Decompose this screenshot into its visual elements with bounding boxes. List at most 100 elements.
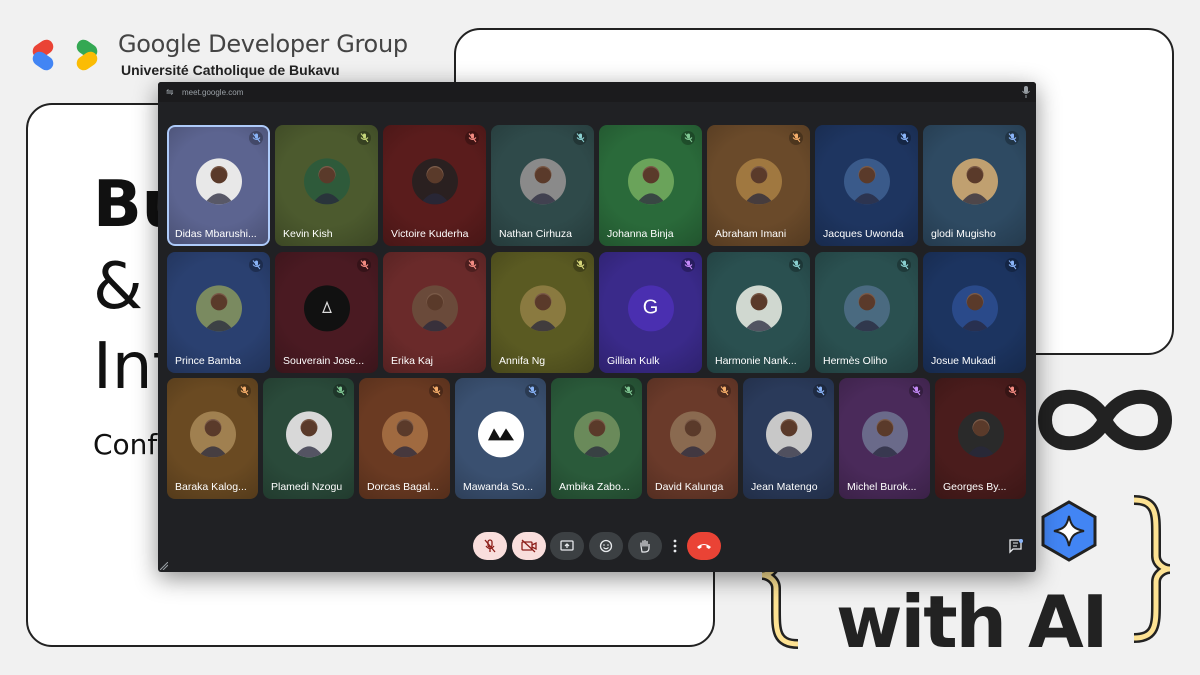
more-options-button[interactable] xyxy=(669,532,681,560)
participant-tile[interactable]: Mawanda So... xyxy=(455,378,546,499)
participant-tile[interactable]: Johanna Binja xyxy=(599,125,702,246)
participant-tile[interactable]: Didas Mbarushi... xyxy=(167,125,270,246)
muted-mic-icon xyxy=(681,131,695,145)
participant-name: David Kalunga xyxy=(655,481,724,493)
hand-icon xyxy=(640,539,650,553)
participant-tile[interactable]: Victoire Kuderha xyxy=(383,125,486,246)
participant-avatar xyxy=(303,284,350,331)
muted-mic-icon xyxy=(789,131,803,145)
leave-call-button[interactable] xyxy=(687,532,721,560)
reactions-button[interactable] xyxy=(589,532,623,560)
participant-avatar xyxy=(735,284,782,331)
participant-name: Souverain Jose... xyxy=(283,355,365,367)
participant-name: Jean Matengo xyxy=(751,481,818,493)
mic-button[interactable] xyxy=(473,532,507,560)
emoji-icon xyxy=(599,539,613,553)
participant-tile[interactable]: Baraka Kalog... xyxy=(167,378,258,499)
participant-avatar xyxy=(189,410,236,457)
participant-tile[interactable]: Dorcas Bagal... xyxy=(359,378,450,499)
participant-name: Annifa Ng xyxy=(499,355,546,367)
participant-name: Josue Mukadi xyxy=(931,355,996,367)
participant-avatar xyxy=(627,157,674,204)
mic-indicator-icon xyxy=(1022,86,1030,98)
present-button[interactable] xyxy=(550,532,584,560)
right-brace-shape xyxy=(1133,495,1171,643)
infinity-shape xyxy=(1037,389,1173,451)
participant-name: glodi Mugisho xyxy=(931,228,996,240)
camera-off-icon xyxy=(521,539,537,553)
participant-avatar xyxy=(195,284,242,331)
org-title: Google Developer Group xyxy=(118,30,408,58)
participant-avatar xyxy=(195,157,242,204)
call-controls xyxy=(158,532,1036,560)
participant-name: Baraka Kalog... xyxy=(175,481,247,493)
raise-hand-button[interactable] xyxy=(628,532,662,560)
participant-tile[interactable]: Souverain Jose... xyxy=(275,252,378,373)
participant-avatar xyxy=(951,284,998,331)
participant-avatar xyxy=(381,410,428,457)
participant-name: Hermès Oliho xyxy=(823,355,888,367)
participant-avatar xyxy=(477,410,524,457)
participant-name: Abraham Imani xyxy=(715,228,787,240)
muted-mic-icon xyxy=(357,258,371,272)
chat-icon[interactable] xyxy=(1008,538,1024,554)
participant-tile[interactable]: Prince Bamba xyxy=(167,252,270,373)
participant-tile[interactable]: glodi Mugisho xyxy=(923,125,1026,246)
muted-mic-icon xyxy=(249,131,263,145)
participant-avatar xyxy=(573,410,620,457)
participant-avatar xyxy=(843,284,890,331)
muted-mic-icon xyxy=(681,258,695,272)
participant-name: Johanna Binja xyxy=(607,228,674,240)
participant-tile[interactable]: Georges By... xyxy=(935,378,1026,499)
participant-tile[interactable]: Hermès Oliho xyxy=(815,252,918,373)
participant-avatar: G xyxy=(627,284,674,331)
muted-mic-icon xyxy=(897,258,911,272)
org-subtitle: Université Catholique de Bukavu xyxy=(121,62,340,78)
participant-tile[interactable]: Annifa Ng xyxy=(491,252,594,373)
muted-mic-icon xyxy=(1005,131,1019,145)
participant-tile[interactable]: Erika Kaj xyxy=(383,252,486,373)
participant-avatar xyxy=(951,157,998,204)
muted-mic-icon xyxy=(897,131,911,145)
muted-mic-icon xyxy=(813,384,827,398)
with-ai-text: with AI xyxy=(836,580,1108,664)
participant-name: Ambika Zabo... xyxy=(559,481,630,493)
participant-tile[interactable]: Harmonie Nank... xyxy=(707,252,810,373)
participant-tile[interactable]: Nathan Cirhuza xyxy=(491,125,594,246)
muted-mic-icon xyxy=(237,384,251,398)
participant-name: Michel Burok... xyxy=(847,481,917,493)
participant-tile[interactable]: Jacques Uwonda xyxy=(815,125,918,246)
participant-tile[interactable]: Ambika Zabo... xyxy=(551,378,642,499)
participant-tile[interactable]: David Kalunga xyxy=(647,378,738,499)
site-settings-icon[interactable]: ⇋ xyxy=(166,87,176,97)
participant-avatar xyxy=(861,410,908,457)
muted-mic-icon xyxy=(1005,384,1019,398)
camera-button[interactable] xyxy=(512,532,546,560)
participant-name: Erika Kaj xyxy=(391,355,434,367)
slide-conf-text: Conf xyxy=(93,428,158,461)
participant-name: Prince Bamba xyxy=(175,355,241,367)
participant-name: Mawanda So... xyxy=(463,481,534,493)
participant-tile[interactable]: Josue Mukadi xyxy=(923,252,1026,373)
gdg-logo xyxy=(32,39,98,71)
participant-tile[interactable]: Kevin Kish xyxy=(275,125,378,246)
participant-name: Jacques Uwonda xyxy=(823,228,904,240)
participant-name: Gillian Kulk xyxy=(607,355,660,367)
participant-tile[interactable]: Jean Matengo xyxy=(743,378,834,499)
participant-name: Didas Mbarushi... xyxy=(175,228,257,240)
participant-avatar xyxy=(669,410,716,457)
participant-avatar xyxy=(411,157,458,204)
participant-avatar xyxy=(519,284,566,331)
resize-handle-icon[interactable] xyxy=(160,562,168,570)
participant-name: Georges By... xyxy=(943,481,1007,493)
participant-avatar xyxy=(843,157,890,204)
address-bar[interactable]: ⇋ meet.google.com xyxy=(158,82,1036,102)
muted-mic-icon xyxy=(621,384,635,398)
participant-tile[interactable]: Michel Burok... xyxy=(839,378,930,499)
muted-mic-icon xyxy=(429,384,443,398)
participant-tile[interactable]: G Gillian Kulk xyxy=(599,252,702,373)
participant-tile[interactable]: Plamedi Nzogu xyxy=(263,378,354,499)
muted-mic-icon xyxy=(789,258,803,272)
participant-avatar xyxy=(411,284,458,331)
participant-tile[interactable]: Abraham Imani xyxy=(707,125,810,246)
